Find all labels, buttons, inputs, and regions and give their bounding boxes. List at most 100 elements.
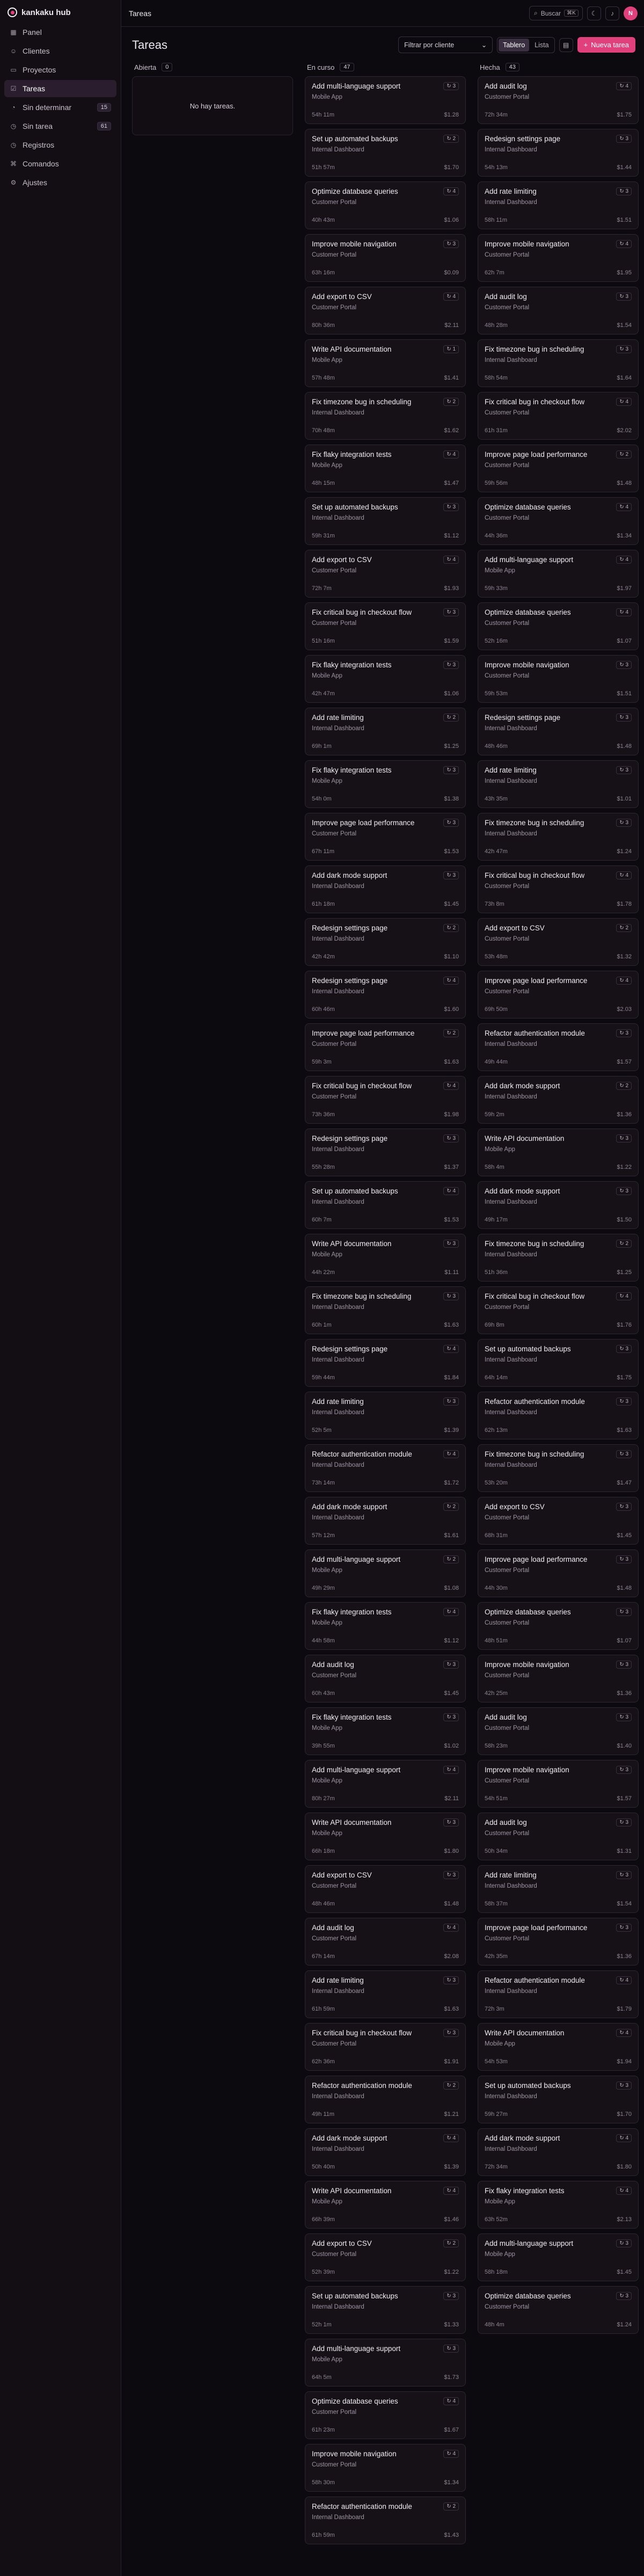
task-card[interactable]: Improve mobile navigation ↻ 3 Customer Por… <box>478 655 639 703</box>
task-card[interactable]: Optimize database queries ↻ 4 Customer Por… <box>305 2391 466 2439</box>
task-card[interactable]: Add export to CSV ↻ 3 Customer Portal 68h 3… <box>478 1497 639 1545</box>
sidebar-item-comandos[interactable]: ⌘ Comandos <box>4 155 116 172</box>
task-card[interactable]: Improve page load performance ↻ 3 Customer… <box>478 1918 639 1966</box>
task-card[interactable]: Add rate limiting ↻ 3 Internal Dashboard 61… <box>305 1970 466 2018</box>
task-card[interactable]: Add export to CSV ↻ 2 Customer Portal 53h 4… <box>478 918 639 966</box>
task-card[interactable]: Optimize database queries ↻ 3 Customer Por… <box>478 1602 639 1650</box>
task-card[interactable]: Set up automated backups ↻ 2 Internal Dash… <box>305 129 466 177</box>
task-card[interactable]: Redesign settings page ↻ 2 Internal Dashbo… <box>305 918 466 966</box>
task-card[interactable]: Redesign settings page ↻ 3 Internal Dashbo… <box>478 708 639 755</box>
task-card[interactable]: Refactor authentication module ↻ 2 Interna… <box>305 2076 466 2123</box>
theme-toggle-button[interactable]: ☾ <box>587 6 601 20</box>
task-card[interactable]: Set up automated backups ↻ 3 Internal Dash… <box>478 2076 639 2123</box>
sidebar-item-proyectos[interactable]: ▭ Proyectos <box>4 61 116 78</box>
task-card[interactable]: Set up automated backups ↻ 4 Internal Dash… <box>305 1181 466 1229</box>
task-card[interactable]: Fix timezone bug in scheduling ↻ 3 Interna… <box>478 339 639 387</box>
task-card[interactable]: Fix flaky integration tests ↻ 4 Mobile App… <box>305 1602 466 1650</box>
task-card[interactable]: Add multi-language support ↻ 3 Mobile App 6… <box>305 2339 466 2386</box>
task-card[interactable]: Write API documentation ↻ 3 Mobile App 58h … <box>478 1129 639 1176</box>
task-card[interactable]: Add dark mode support ↻ 3 Internal Dashboa… <box>478 1181 639 1229</box>
task-card[interactable]: Redesign settings page ↻ 3 Internal Dashbo… <box>305 1129 466 1176</box>
task-card[interactable]: Redesign settings page ↻ 3 Internal Dashbo… <box>478 129 639 177</box>
task-card[interactable]: Improve page load performance ↻ 3 Customer… <box>305 813 466 861</box>
task-card[interactable]: Add audit log ↻ 4 Customer Portal 72h 34m $1… <box>478 76 639 124</box>
task-card[interactable]: Set up automated backups ↻ 3 Internal Dash… <box>478 1339 639 1387</box>
task-card[interactable]: Fix critical bug in checkout flow ↻ 4 Cust… <box>305 1076 466 1124</box>
task-card[interactable]: Optimize database queries ↻ 4 Customer Por… <box>478 497 639 545</box>
sidebar-item-ajustes[interactable]: ⚙ Ajustes <box>4 174 116 191</box>
task-card[interactable]: Redesign settings page ↻ 4 Internal Dashbo… <box>305 971 466 1018</box>
task-card[interactable]: Improve page load performance ↻ 2 Customer… <box>478 445 639 492</box>
task-card[interactable]: Write API documentation ↻ 4 Mobile App 54h … <box>478 2023 639 2071</box>
task-card[interactable]: Add export to CSV ↻ 3 Customer Portal 48h 4… <box>305 1865 466 1913</box>
task-card[interactable]: Add dark mode support ↻ 4 Internal Dashboa… <box>478 2128 639 2176</box>
task-card[interactable]: Add dark mode support ↻ 2 Internal Dashboa… <box>478 1076 639 1124</box>
task-card[interactable]: Add audit log ↻ 3 Customer Portal 60h 43m $1… <box>305 1655 466 1702</box>
task-card[interactable]: Refactor authentication module ↻ 4 Interna… <box>478 1970 639 2018</box>
task-card[interactable]: Refactor authentication module ↻ 3 Interna… <box>478 1023 639 1071</box>
task-card[interactable]: Add dark mode support ↻ 4 Internal Dashboa… <box>305 2128 466 2176</box>
task-card[interactable]: Improve mobile navigation ↻ 4 Customer Por… <box>305 2444 466 2492</box>
task-card[interactable]: Fix critical bug in checkout flow ↻ 4 Cust… <box>478 1286 639 1334</box>
task-card[interactable]: Write API documentation ↻ 3 Mobile App 44h … <box>305 1234 466 1282</box>
task-card[interactable]: Fix flaky integration tests ↻ 4 Mobile App… <box>478 2181 639 2229</box>
task-card[interactable]: Write API documentation ↻ 4 Mobile App 66h … <box>305 2181 466 2229</box>
task-card[interactable]: Optimize database queries ↻ 4 Customer Por… <box>305 181 466 229</box>
task-card[interactable]: Fix timezone bug in scheduling ↻ 3 Interna… <box>478 1444 639 1492</box>
task-card[interactable]: Add audit log ↻ 3 Customer Portal 48h 28m $1… <box>478 287 639 334</box>
task-card[interactable]: Fix timezone bug in scheduling ↻ 3 Interna… <box>478 813 639 861</box>
task-card[interactable]: Fix critical bug in checkout flow ↻ 4 Cust… <box>478 865 639 913</box>
task-card[interactable]: Add rate limiting ↻ 3 Internal Dashboard 43… <box>478 760 639 808</box>
task-card[interactable]: Write API documentation ↻ 3 Mobile App 66h … <box>305 1813 466 1860</box>
task-card[interactable]: Add rate limiting ↻ 3 Internal Dashboard 52… <box>305 1392 466 1439</box>
task-card[interactable]: Refactor authentication module ↻ 3 Interna… <box>478 1392 639 1439</box>
new-task-button[interactable]: + Nueva tarea <box>577 37 635 53</box>
task-card[interactable]: Set up automated backups ↻ 3 Internal Dash… <box>305 497 466 545</box>
avatar[interactable]: N <box>624 6 638 20</box>
task-card[interactable]: Add dark mode support ↻ 2 Internal Dashboa… <box>305 1497 466 1545</box>
task-card[interactable]: Add rate limiting ↻ 2 Internal Dashboard 69… <box>305 708 466 755</box>
task-card[interactable]: Improve page load performance ↻ 3 Customer… <box>478 1549 639 1597</box>
notifications-button[interactable]: ♪ <box>605 6 619 20</box>
task-card[interactable]: Add export to CSV ↻ 4 Customer Portal 80h 3… <box>305 287 466 334</box>
task-card[interactable]: Add multi-language support ↻ 2 Mobile App 4… <box>305 1549 466 1597</box>
task-card[interactable]: Optimize database queries ↻ 4 Customer Por… <box>478 602 639 650</box>
task-card[interactable]: Optimize database queries ↻ 3 Customer Por… <box>478 2286 639 2334</box>
task-card[interactable]: Fix critical bug in checkout flow ↻ 3 Cust… <box>305 2023 466 2071</box>
search-button[interactable]: ⌕ Buscar ⌘K <box>529 6 583 20</box>
view-list-button[interactable]: Lista <box>530 39 553 52</box>
task-card[interactable]: Fix flaky integration tests ↻ 3 Mobile App… <box>305 760 466 808</box>
task-card[interactable]: Add export to CSV ↻ 4 Customer Portal 72h 7… <box>305 550 466 598</box>
task-card[interactable]: Write API documentation ↻ 1 Mobile App 57h … <box>305 339 466 387</box>
view-board-button[interactable]: Tablero <box>499 38 530 52</box>
task-card[interactable]: Set up automated backups ↻ 3 Internal Dash… <box>305 2286 466 2334</box>
task-card[interactable]: Improve mobile navigation ↻ 3 Customer Por… <box>305 234 466 282</box>
task-card[interactable]: Add audit log ↻ 3 Customer Portal 58h 23m $1… <box>478 1707 639 1755</box>
task-card[interactable]: Fix timezone bug in scheduling ↻ 3 Interna… <box>305 1286 466 1334</box>
task-card[interactable]: Add export to CSV ↻ 2 Customer Portal 52h 3… <box>305 2233 466 2281</box>
task-card[interactable]: Refactor authentication module ↻ 2 Interna… <box>305 2497 466 2544</box>
task-card[interactable]: Improve mobile navigation ↻ 3 Customer Por… <box>478 1655 639 1702</box>
sidebar-item-panel[interactable]: ▦ Panel <box>4 24 116 41</box>
task-card[interactable]: Add audit log ↻ 3 Customer Portal 50h 34m $1… <box>478 1813 639 1860</box>
brand[interactable]: kankaku hub <box>4 5 116 24</box>
task-card[interactable]: Fix critical bug in checkout flow ↻ 3 Cust… <box>305 602 466 650</box>
task-card[interactable]: Fix timezone bug in scheduling ↻ 2 Interna… <box>305 392 466 440</box>
task-card[interactable]: Fix flaky integration tests ↻ 4 Mobile App… <box>305 445 466 492</box>
task-card[interactable]: Improve page load performance ↻ 4 Customer… <box>478 971 639 1018</box>
calendar-button[interactable]: ▤ <box>559 38 573 52</box>
task-card[interactable]: Add rate limiting ↻ 3 Internal Dashboard 58… <box>478 1865 639 1913</box>
task-card[interactable]: Improve page load performance ↻ 2 Customer… <box>305 1023 466 1071</box>
task-card[interactable]: Add multi-language support ↻ 4 Mobile App 8… <box>305 1760 466 1808</box>
task-card[interactable]: Fix flaky integration tests ↻ 3 Mobile App… <box>305 1707 466 1755</box>
task-card[interactable]: Fix flaky integration tests ↻ 3 Mobile App… <box>305 655 466 703</box>
task-card[interactable]: Add multi-language support ↻ 3 Mobile App 5… <box>305 76 466 124</box>
sidebar-item-sin-tarea[interactable]: ◷ Sin tarea 61 <box>4 118 116 135</box>
sidebar-item-tareas[interactable]: ☑ Tareas <box>4 80 116 97</box>
sidebar-item-registros[interactable]: ◷ Registros <box>4 136 116 154</box>
task-card[interactable]: Add audit log ↻ 4 Customer Portal 67h 14m $2… <box>305 1918 466 1966</box>
client-filter-select[interactable]: Filtrar por cliente ⌄ <box>398 37 493 53</box>
task-card[interactable]: Add multi-language support ↻ 3 Mobile App 5… <box>478 2233 639 2281</box>
task-card[interactable]: Fix critical bug in checkout flow ↻ 4 Cust… <box>478 392 639 440</box>
sidebar-item-clientes[interactable]: ☺ Clientes <box>4 42 116 60</box>
